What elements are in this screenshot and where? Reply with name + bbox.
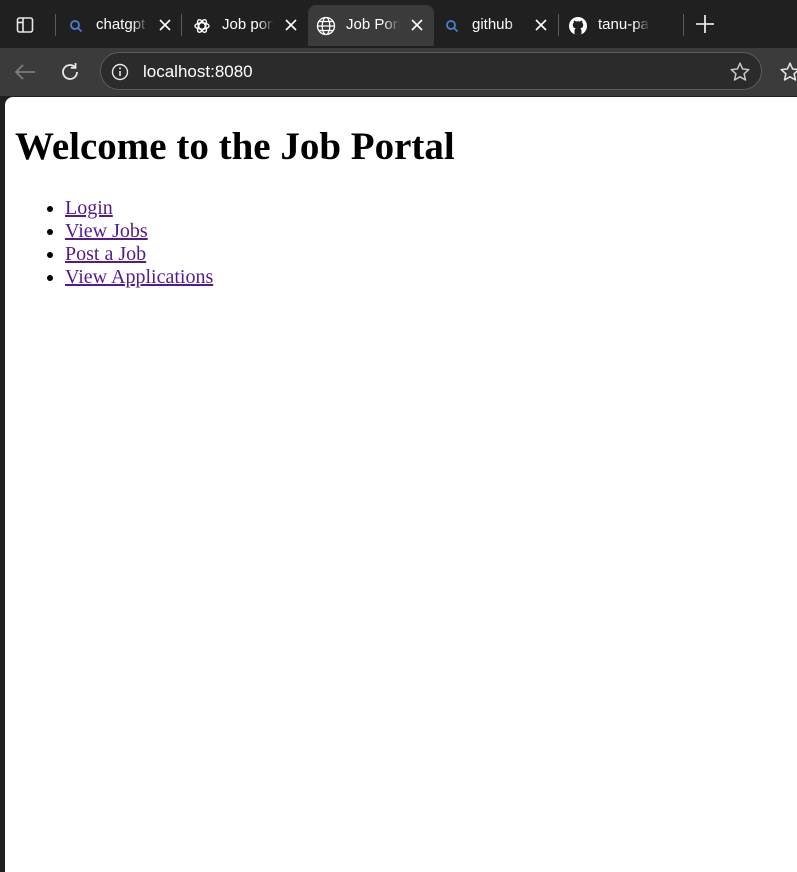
tab-separator — [558, 14, 559, 36]
tab-title: github — [472, 16, 513, 33]
back-button[interactable] — [10, 58, 40, 86]
tab-separator — [55, 14, 56, 36]
reload-icon — [62, 63, 78, 80]
post-job-link[interactable]: Post a Job — [65, 243, 146, 265]
tab-title: Job portal — [222, 16, 274, 33]
tab-chatgpt[interactable]: chatgpt — [58, 5, 182, 46]
arrow-left-icon — [14, 64, 35, 80]
close-icon[interactable] — [282, 16, 300, 34]
plus-icon — [696, 15, 714, 33]
github-icon — [568, 16, 588, 36]
tab-github-search[interactable]: github — [434, 5, 558, 46]
favorites-button[interactable] — [778, 60, 797, 84]
globe-icon — [316, 16, 336, 36]
close-icon[interactable] — [156, 16, 174, 34]
close-icon[interactable] — [408, 16, 426, 34]
tab-github-repo[interactable]: tanu-pa — [560, 5, 684, 46]
view-applications-link[interactable]: View Applications — [65, 266, 213, 288]
list-item: Login — [65, 197, 213, 220]
tab-title: chatgpt — [96, 16, 146, 33]
tab-separator — [181, 14, 182, 36]
tab-strip: chatgpt Job portal — [0, 0, 797, 48]
login-link[interactable]: Login — [65, 197, 113, 219]
list-item: View Applications — [65, 266, 213, 289]
new-tab-button[interactable] — [692, 11, 718, 37]
star-icon[interactable] — [729, 61, 751, 83]
tab-actions-icon — [16, 17, 34, 33]
openai-icon — [192, 16, 212, 36]
tab-separator — [683, 14, 684, 36]
browser-toolbar: localhost:8080 — [0, 48, 797, 96]
reload-button[interactable] — [55, 58, 85, 86]
list-item: View Jobs — [65, 220, 213, 243]
search-icon — [66, 16, 86, 36]
address-url[interactable]: localhost:8080 — [143, 62, 253, 82]
view-jobs-link[interactable]: View Jobs — [65, 220, 148, 242]
info-icon[interactable] — [110, 62, 130, 82]
address-bar[interactable]: localhost:8080 — [100, 52, 762, 90]
close-icon[interactable] — [532, 16, 550, 34]
page-title: Welcome to the Job Portal — [15, 125, 455, 168]
nav-list: Login View Jobs Post a Job View Applicat… — [5, 197, 213, 289]
tab-job-portal[interactable]: Job portal — [184, 5, 308, 46]
tab-job-portal-active[interactable]: Job Portal — [308, 5, 434, 46]
favorites-star-icon — [780, 62, 797, 81]
search-icon — [442, 16, 462, 36]
tab-actions-button[interactable] — [8, 9, 42, 41]
page-viewport: Welcome to the Job Portal Login View Job… — [5, 97, 797, 872]
tab-title: Job Portal — [346, 16, 400, 33]
list-item: Post a Job — [65, 243, 213, 266]
tab-title: tanu-pa — [598, 16, 649, 33]
